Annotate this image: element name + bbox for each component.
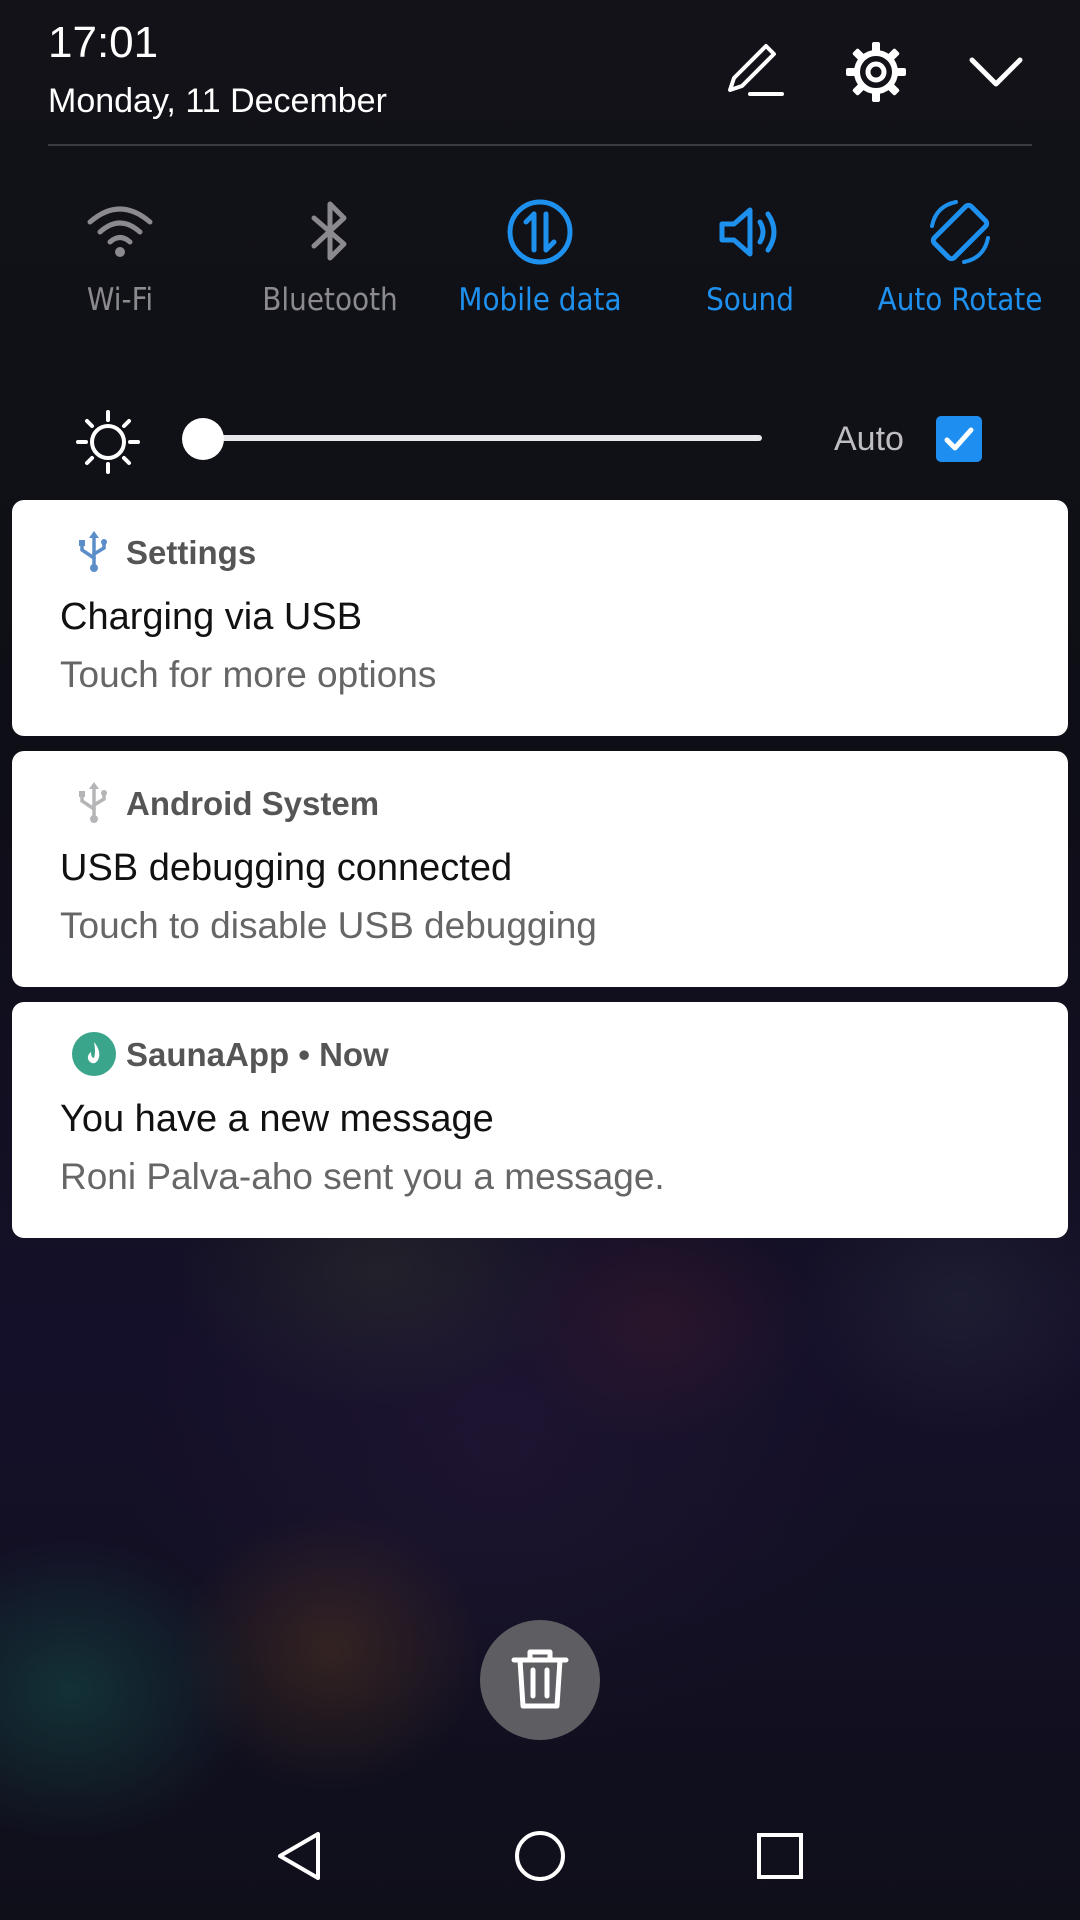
tile-label: Mobile data (458, 282, 622, 318)
clear-all-button[interactable] (480, 1620, 600, 1740)
notification-body: Touch for more options (60, 654, 437, 695)
notification-body: Touch to disable USB debugging (60, 905, 597, 946)
home-icon (515, 1831, 565, 1881)
gear-icon (846, 42, 906, 102)
notification-app-name: Settings (126, 534, 257, 571)
auto-brightness-label: Auto (834, 420, 904, 458)
clock-time: 17:01 (48, 18, 159, 67)
edit-pencil-icon[interactable] (722, 40, 786, 104)
speaker-icon (714, 196, 786, 268)
notification-title: Charging via USB (60, 596, 363, 638)
usb-icon (72, 530, 116, 574)
notification-title: You have a new message (60, 1098, 494, 1140)
date-label: Monday, 11 December (48, 82, 387, 120)
tile-wifi[interactable]: Wi-Fi (20, 196, 220, 318)
brightness-slider-track[interactable] (204, 435, 762, 441)
notification-title: USB debugging connected (60, 847, 513, 889)
notification-card[interactable]: SaunaApp • Now You have a new message Ro… (12, 1002, 1068, 1238)
tile-auto-rotate[interactable]: Auto Rotate (860, 196, 1060, 318)
notification-card[interactable]: Settings Charging via USB Touch for more… (12, 500, 1068, 736)
tile-label: Wi-Fi (86, 282, 154, 318)
settings-gear-button[interactable] (844, 40, 908, 104)
header-divider (48, 144, 1032, 146)
chevron-down-icon (969, 57, 1023, 87)
checkmark-icon (944, 427, 974, 451)
auto-brightness-checkbox[interactable] (936, 416, 982, 462)
notification-body: Roni Palva-aho sent you a message. (60, 1156, 665, 1197)
tile-bluetooth[interactable]: Bluetooth (230, 196, 430, 318)
back-button[interactable] (270, 1826, 330, 1886)
recents-icon (757, 1833, 803, 1879)
tile-mobile-data[interactable]: Mobile data (440, 196, 640, 318)
notification-card[interactable]: Android System USB debugging connected T… (12, 751, 1068, 987)
tile-label: Sound (706, 282, 794, 318)
wifi-icon (84, 196, 156, 268)
usb-icon (72, 781, 116, 825)
mobile-data-icon (504, 196, 576, 268)
brightness-slider-thumb[interactable] (182, 418, 224, 460)
recents-button[interactable] (750, 1826, 810, 1886)
tile-label: Auto Rotate (877, 282, 1043, 318)
pencil-icon (728, 44, 784, 96)
home-button[interactable] (510, 1826, 570, 1886)
bluetooth-icon (294, 196, 366, 268)
tile-sound[interactable]: Sound (650, 196, 850, 318)
brightness-sun-icon (76, 410, 140, 474)
collapse-chevron-button[interactable] (964, 40, 1028, 104)
notification-app-name: SaunaApp • Now (126, 1036, 389, 1073)
sauna-app-icon (72, 1032, 116, 1076)
notification-app-name: Android System (126, 785, 380, 822)
rotate-icon (924, 196, 996, 268)
tile-label: Bluetooth (262, 282, 398, 318)
trash-icon (511, 1649, 569, 1709)
back-icon (278, 1832, 320, 1880)
